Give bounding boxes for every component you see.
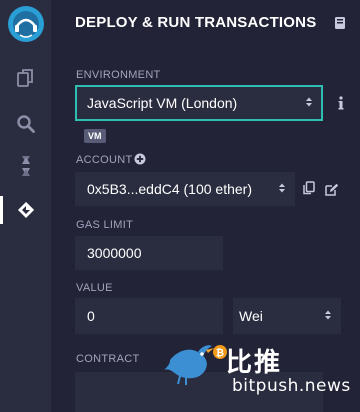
- value-amount: 0: [87, 308, 95, 324]
- add-account-icon[interactable]: [134, 153, 146, 165]
- value-input[interactable]: 0: [75, 298, 223, 334]
- contract-select[interactable]: [75, 372, 323, 412]
- search-icon[interactable]: [0, 106, 51, 142]
- environment-label: ENVIRONMENT: [76, 69, 161, 81]
- icon-sidebar: [0, 0, 51, 412]
- panel-title: DEPLOY & RUN TRANSACTIONS: [75, 14, 317, 31]
- remix-logo-icon[interactable]: [6, 4, 46, 44]
- gas-limit-label: GAS LIMIT: [76, 219, 134, 231]
- environment-select[interactable]: JavaScript VM (London): [75, 85, 323, 121]
- select-arrows-icon: [324, 308, 332, 324]
- account-select[interactable]: 0x5B3...eddC4 (100 ether): [75, 172, 295, 206]
- select-arrows-icon: [278, 181, 286, 197]
- account-value: 0x5B3...eddC4 (100 ether): [87, 181, 252, 197]
- vm-badge: VM: [84, 129, 106, 143]
- select-arrows-icon: [305, 95, 313, 111]
- copy-address-icon[interactable]: [302, 181, 316, 195]
- gas-limit-input[interactable]: 3000000: [75, 236, 223, 270]
- file-explorer-icon[interactable]: [0, 60, 51, 96]
- contract-label: CONTRACT: [76, 353, 140, 365]
- docs-book-icon[interactable]: [334, 16, 346, 30]
- value-unit: Wei: [239, 308, 263, 324]
- deploy-run-panel: DEPLOY & RUN TRANSACTIONS ENVIRONMENT Ja…: [51, 0, 360, 412]
- account-label: ACCOUNT: [76, 154, 133, 166]
- solidity-compiler-icon[interactable]: [0, 148, 51, 184]
- value-label: VALUE: [76, 282, 113, 294]
- environment-value: JavaScript VM (London): [87, 95, 238, 111]
- deploy-run-icon[interactable]: [0, 192, 51, 228]
- edit-sign-icon[interactable]: [324, 182, 340, 196]
- value-unit-select[interactable]: Wei: [233, 298, 341, 334]
- gas-limit-value: 3000000: [87, 245, 142, 261]
- info-icon[interactable]: [334, 95, 348, 111]
